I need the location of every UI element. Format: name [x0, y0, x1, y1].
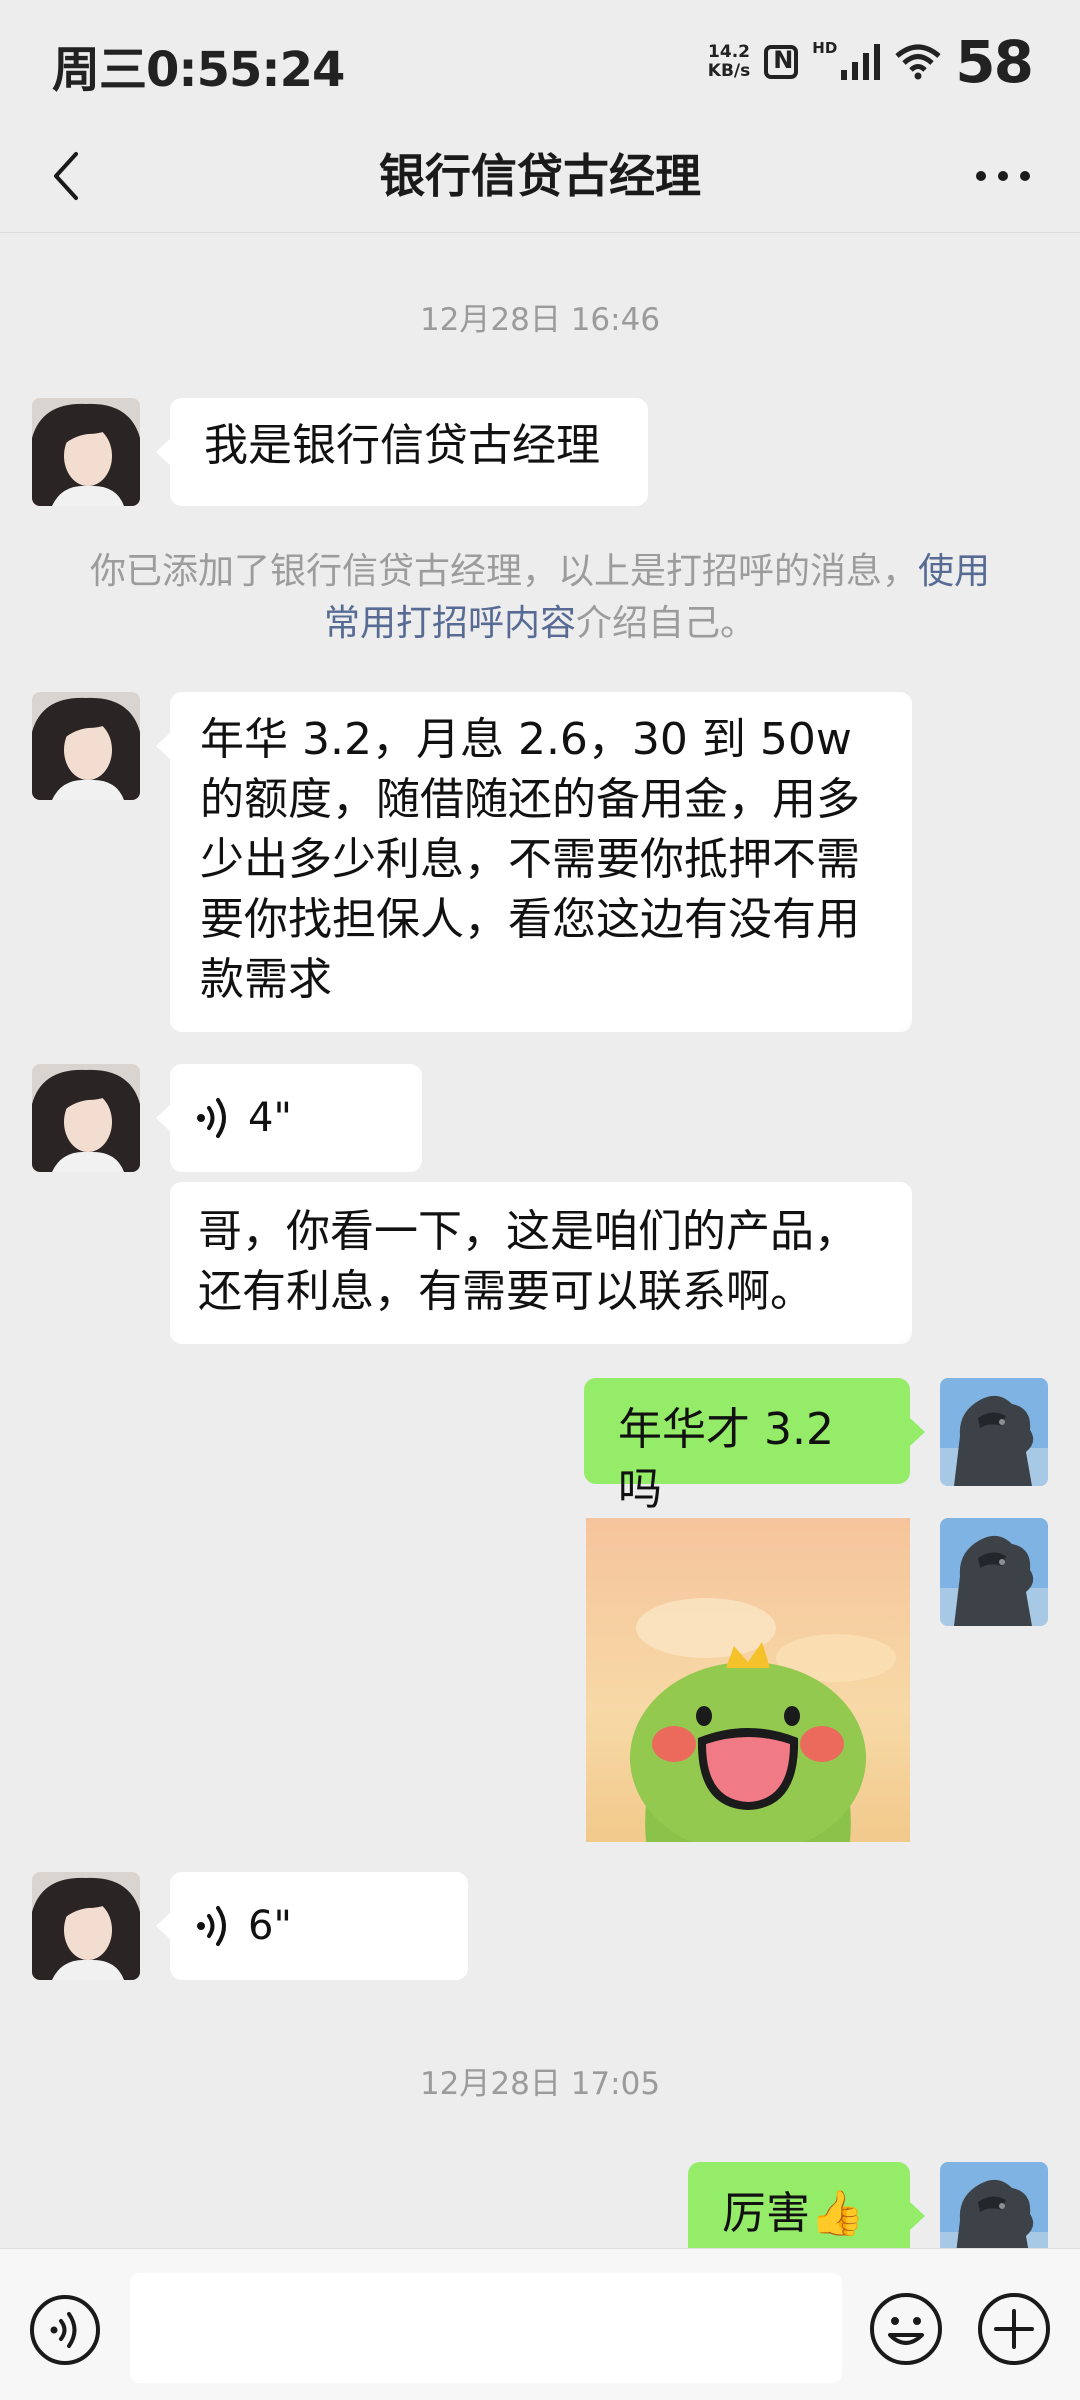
emoji-icon[interactable]: [868, 2291, 944, 2367]
contact-avatar[interactable]: [32, 398, 140, 506]
chat-title: 银行信贷古经理: [379, 149, 701, 203]
signal-icon: [841, 44, 881, 80]
header-divider: [0, 232, 1080, 233]
chat-header: 银行信贷古经理: [0, 120, 1080, 232]
wifi-icon: [895, 44, 941, 80]
status-icons: 14.2 KB/s HD 58: [707, 28, 1034, 96]
message-bubble-received[interactable]: 我是银行信贷古经理: [156, 398, 648, 506]
contact-avatar[interactable]: [32, 1064, 140, 1172]
timestamp: 12月28日 17:05: [419, 2066, 661, 2102]
more-icon[interactable]: [974, 156, 1032, 196]
voice-duration: 4": [248, 1095, 292, 1141]
voice-message-bubble[interactable]: 6": [156, 1872, 468, 1980]
network-speed: 14.2 KB/s: [707, 42, 751, 81]
self-avatar[interactable]: [940, 1378, 1048, 1486]
voice-wave-icon: [197, 1098, 226, 1138]
hd-label: HD: [812, 39, 838, 57]
sticker-image[interactable]: [586, 1518, 910, 1842]
battery-level: 58: [955, 28, 1034, 96]
message-input[interactable]: [130, 2273, 842, 2383]
contact-avatar[interactable]: [32, 692, 140, 800]
plus-icon[interactable]: [976, 2291, 1052, 2367]
timestamp: 12月28日 16:46: [419, 302, 661, 338]
voice-wave-icon: [197, 1906, 226, 1946]
message-bubble-received[interactable]: 哥，你看一下，这是咱们的产品，还有利息，有需要可以联系啊。: [170, 1182, 912, 1344]
nfc-icon: [764, 45, 799, 79]
voice-duration: 6": [248, 1903, 292, 1949]
voice-input-icon[interactable]: [28, 2293, 102, 2367]
voice-message-bubble[interactable]: 4": [156, 1064, 422, 1172]
chat-input-bar: [0, 2248, 1080, 2400]
status-bar: 周三0:55:24 14.2 KB/s HD 58: [0, 0, 1080, 120]
message-bubble-received[interactable]: 年华 3.2，月息 2.6，30 到 50w 的额度，随借随还的备用金，用多少出…: [156, 692, 912, 1032]
message-bubble-sent[interactable]: 年华才 3.2 吗: [584, 1378, 925, 1515]
contact-avatar[interactable]: [32, 1872, 140, 1980]
status-time: 周三0:55:24: [52, 42, 345, 98]
self-avatar[interactable]: [940, 1518, 1048, 1626]
system-note: 你已添加了银行信贷古经理，以上是打招呼的消息，使用常用打招呼内容介绍自己。: [89, 551, 991, 644]
